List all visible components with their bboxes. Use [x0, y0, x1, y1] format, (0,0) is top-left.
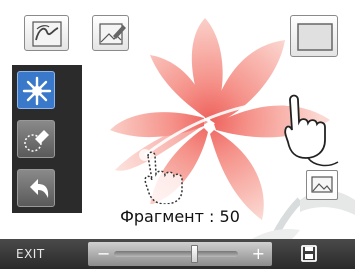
save-button[interactable]: [289, 242, 329, 266]
sparkle-tool-button[interactable]: [17, 71, 55, 109]
freehand-draw-icon: [32, 21, 62, 47]
freehand-draw-button[interactable]: [24, 15, 69, 51]
slider-track[interactable]: [114, 251, 238, 257]
drag-end-hand-icon: [284, 94, 339, 167]
save-icon: [301, 245, 317, 262]
eraser-tool-button[interactable]: [17, 120, 55, 158]
undo-button[interactable]: [17, 169, 55, 207]
image-edit-button[interactable]: [92, 15, 129, 51]
image-edit-icon: [99, 23, 126, 45]
drag-start-hand-icon: [144, 151, 183, 205]
frame-button[interactable]: [290, 15, 338, 57]
frame-icon: [297, 23, 333, 51]
undo-arrow-icon: [30, 179, 49, 198]
eraser-icon: [24, 130, 49, 152]
bottom-bar: EXIT − +: [0, 239, 355, 269]
gallery-image-icon: [311, 176, 333, 193]
tool-panel: [12, 65, 82, 213]
exit-button[interactable]: EXIT: [16, 247, 45, 261]
fragment-slider[interactable]: − +: [88, 242, 272, 266]
sparkle-icon: [22, 76, 52, 106]
slider-minus-button[interactable]: −: [97, 243, 110, 265]
slider-thumb[interactable]: [191, 245, 199, 263]
fragment-label: Фрагмент : 50: [115, 204, 245, 230]
gallery-button[interactable]: [306, 170, 338, 200]
screen: Фрагмент : 50 EXIT − +: [0, 0, 355, 269]
slider-plus-button[interactable]: +: [252, 243, 265, 265]
